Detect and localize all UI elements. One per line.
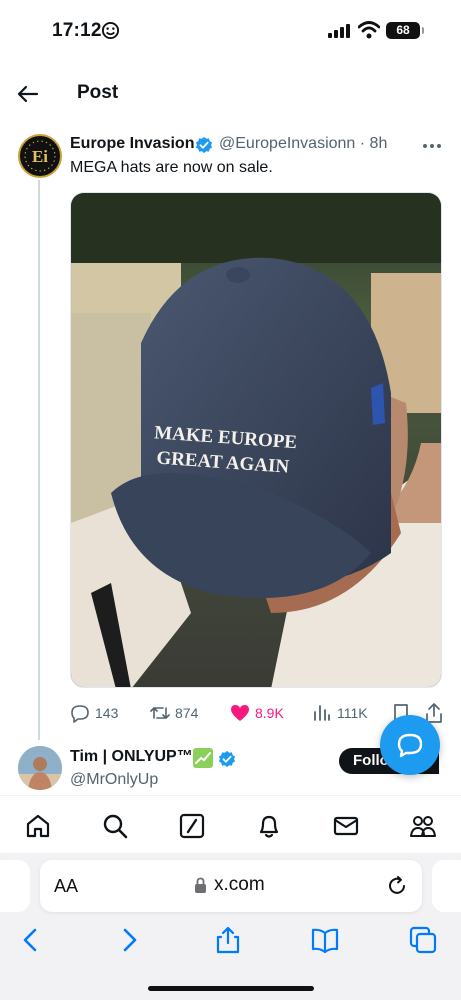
bottom-tab-bar bbox=[0, 795, 461, 853]
author-avatar[interactable]: Ei bbox=[18, 134, 62, 178]
battery-indicator: 68 bbox=[386, 22, 424, 39]
grok-icon[interactable] bbox=[178, 812, 206, 840]
home-icon[interactable] bbox=[24, 812, 52, 840]
europe-invasion-logo: Ei bbox=[21, 137, 59, 175]
views-icon bbox=[314, 705, 330, 721]
page-title: Post bbox=[77, 82, 119, 103]
notifications-icon[interactable] bbox=[255, 812, 283, 840]
reply-author-name[interactable]: Tim | ONLYUP™ bbox=[70, 748, 193, 766]
home-indicator bbox=[148, 986, 314, 991]
reply-button[interactable]: 143 bbox=[70, 702, 118, 724]
retweet-button[interactable]: 874 bbox=[150, 702, 198, 724]
svg-text:Ei: Ei bbox=[32, 147, 48, 166]
reply-author-handle[interactable]: @MrOnlyUp bbox=[70, 771, 158, 789]
next-tab-preview[interactable] bbox=[432, 860, 461, 912]
reply-author-avatar[interactable] bbox=[18, 746, 62, 790]
url-text: x.com bbox=[214, 874, 265, 895]
money-chart-icon bbox=[193, 748, 213, 768]
reader-settings-button[interactable]: AA bbox=[54, 876, 78, 897]
retweet-icon bbox=[150, 707, 170, 719]
cellular-signal-icon bbox=[328, 24, 350, 38]
bookmarks-icon[interactable] bbox=[310, 925, 340, 955]
back-arrow-icon[interactable] bbox=[16, 82, 40, 106]
status-bar: 17:12 68 bbox=[0, 0, 461, 62]
verified-badge-icon bbox=[195, 136, 213, 154]
retweet-count: 874 bbox=[175, 705, 199, 721]
views-button[interactable]: 111K bbox=[312, 702, 368, 724]
tweet-handle-time[interactable]: @EuropeInvasionn · 8h bbox=[219, 135, 387, 153]
browser-forward-icon[interactable] bbox=[114, 925, 144, 955]
communities-icon[interactable] bbox=[409, 812, 437, 840]
smiley-icon bbox=[101, 21, 120, 40]
tabs-icon[interactable] bbox=[408, 925, 438, 955]
reply-icon bbox=[71, 705, 89, 723]
browser-back-icon[interactable] bbox=[16, 925, 46, 955]
wifi-icon bbox=[358, 21, 380, 39]
tweet-author-name[interactable]: Europe Invasion bbox=[70, 135, 194, 153]
verified-badge-icon bbox=[218, 750, 236, 768]
heart-icon bbox=[231, 705, 249, 721]
hat-photo-illustration: MAKE EUROPE GREAT AGAIN bbox=[71, 193, 441, 687]
tweet-text: MEGA hats are now on sale. bbox=[70, 159, 273, 176]
previous-tab-preview[interactable] bbox=[0, 860, 30, 912]
tweet-photo[interactable]: MAKE EUROPE GREAT AGAIN bbox=[70, 192, 442, 688]
reply-count: 143 bbox=[95, 705, 119, 721]
like-button[interactable]: 8.9K bbox=[230, 702, 284, 724]
messages-icon[interactable] bbox=[332, 812, 360, 840]
browser-share-icon[interactable] bbox=[213, 925, 243, 955]
browser-toolbar: AA x.com bbox=[0, 853, 461, 1000]
lock-icon bbox=[195, 877, 206, 893]
post-header: Post bbox=[0, 64, 461, 120]
views-count: 111K bbox=[337, 705, 368, 721]
thread-line bbox=[38, 180, 40, 740]
reload-icon[interactable] bbox=[386, 875, 408, 897]
more-options-icon[interactable] bbox=[421, 136, 443, 156]
chat-bubble-icon bbox=[397, 733, 423, 758]
compose-fab[interactable] bbox=[380, 715, 440, 775]
address-bar[interactable]: AA x.com bbox=[40, 860, 422, 912]
like-count: 8.9K bbox=[255, 705, 284, 721]
tim-avatar-illustration bbox=[18, 746, 62, 790]
status-time: 17:12 bbox=[52, 20, 102, 41]
search-icon[interactable] bbox=[101, 812, 129, 840]
